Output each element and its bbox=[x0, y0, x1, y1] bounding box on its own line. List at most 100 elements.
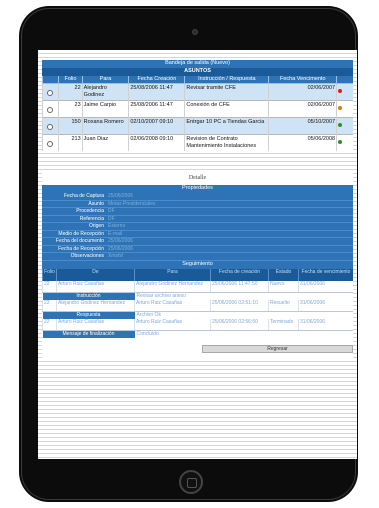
seg-estado: Resuelto bbox=[268, 299, 299, 312]
seg-folio: 22 bbox=[42, 299, 57, 312]
seg-para: Arturo Ruiz Casañas bbox=[134, 299, 211, 312]
back-button[interactable]: Regresar bbox=[202, 344, 353, 353]
seg-note-label: Mensaje de finalización bbox=[42, 330, 135, 338]
col-fecha-creacion[interactable]: Fecha Creación bbox=[128, 76, 185, 84]
property-row: Fecha de Captura 25/06/2006 bbox=[42, 193, 353, 201]
seg-col-estado: Estado bbox=[268, 268, 299, 281]
property-row: Medio de Recepción E-mail bbox=[42, 230, 353, 238]
seg-folio: 22 bbox=[42, 280, 57, 293]
property-label: Fecha del documento bbox=[42, 237, 106, 246]
col-fecha-vencimiento[interactable]: Fecha Vencimento bbox=[268, 76, 337, 84]
status-dot-icon bbox=[338, 89, 343, 93]
seguimiento-row: 22 Alejandro Godinez Hernandez Arturo Ru… bbox=[42, 299, 353, 312]
property-value: Metas Presidenciales bbox=[106, 200, 353, 208]
seg-col-de: De bbox=[56, 268, 135, 281]
property-value: DF bbox=[106, 215, 353, 223]
table-row[interactable]: 150 Roxana Romero 02/10/2007 09:10 Entrg… bbox=[41, 117, 353, 135]
row-radio[interactable] bbox=[47, 107, 53, 113]
seguimiento-header-row: Folio De Para Fecha de creación Estado F… bbox=[42, 268, 353, 281]
home-button[interactable] bbox=[179, 470, 203, 494]
property-label: Observaciones bbox=[42, 252, 106, 261]
property-label: Fecha de Captura bbox=[42, 193, 106, 201]
row-para: Jaime Carpio bbox=[81, 100, 129, 118]
row-vence: 02/06/2007 bbox=[268, 100, 337, 118]
col-para[interactable]: Para bbox=[81, 76, 129, 84]
seg-note-label: Instrucción bbox=[42, 292, 135, 300]
seg-para: Alejandro Godinez Hernandez bbox=[134, 280, 211, 293]
col-status bbox=[336, 76, 353, 84]
col-instruccion[interactable]: Instrucción / Respuesta bbox=[184, 76, 269, 84]
row-vence: 05/06/2008 bbox=[268, 134, 337, 151]
row-radio[interactable] bbox=[47, 90, 53, 96]
property-label: Medio de Recepción bbox=[42, 230, 106, 238]
seg-vence: 31/06/2006 bbox=[298, 318, 353, 331]
seg-vence: 31/06/2006 bbox=[298, 280, 353, 293]
seg-estado: Terminado bbox=[268, 318, 299, 331]
row-folio: 150 bbox=[58, 117, 83, 135]
seg-note-value: Archivo Ok bbox=[134, 311, 353, 319]
seg-fecha: 25/06/2006 11:47:50 bbox=[210, 280, 269, 293]
property-label: Referencia bbox=[42, 215, 106, 223]
tablet-screen: Bandeja de salida (Nuevo) ASUNTOS Folio … bbox=[38, 50, 357, 459]
status-dot-icon bbox=[338, 140, 343, 144]
page-content: Bandeja de salida (Nuevo) ASUNTOS Folio … bbox=[41, 60, 353, 398]
seguimiento-row: 22 Arturo Ruiz Casañas Alejandro Godinez… bbox=[42, 280, 353, 293]
detail-panel: Propiedades Fecha de Captura 25/06/2006 … bbox=[42, 185, 353, 358]
table-row[interactable]: 213 Juan Diaz 02/06/2008 09:10 Revision … bbox=[41, 134, 353, 151]
seg-col-folio: Folio bbox=[42, 268, 57, 281]
row-para: Juan Diaz bbox=[81, 134, 129, 151]
seg-de: Arturo Ruiz Casañas bbox=[56, 318, 135, 331]
row-fecha: 25/08/2006 11:47 bbox=[128, 100, 185, 118]
property-value: Externo bbox=[106, 222, 353, 231]
property-row: Referencia DF bbox=[42, 215, 353, 223]
outbox-header-row: Folio Para Fecha Creación Instrucción / … bbox=[41, 76, 353, 84]
property-value: 25/06/2006 bbox=[106, 245, 353, 253]
property-value: DF bbox=[106, 207, 353, 216]
row-radio[interactable] bbox=[47, 124, 53, 130]
seguimiento-title: Seguimiento bbox=[42, 260, 353, 269]
row-instruccion: Revision de Contrato Mantenimiento Insta… bbox=[184, 134, 269, 151]
seg-note-value: Revisar archivo anexo bbox=[134, 292, 353, 300]
property-row: Procedencia DF bbox=[42, 207, 353, 216]
seguimiento-note-row: Respuesta Archivo Ok bbox=[42, 311, 353, 319]
col-folio[interactable]: Folio bbox=[58, 76, 83, 84]
table-row[interactable]: 22 Alejandro Godinez 25/08/2006 11:47 Re… bbox=[41, 83, 353, 101]
outbox-title: Bandeja de salida (Nuevo) bbox=[42, 60, 353, 68]
properties-table: Fecha de Captura 25/06/2006 Asunto Metas… bbox=[42, 193, 353, 261]
row-instruccion: Conexión de CFE bbox=[184, 100, 269, 118]
table-row[interactable]: 23 Jaime Carpio 25/08/2006 11:47 Conexió… bbox=[41, 100, 353, 118]
row-folio: 213 bbox=[58, 134, 83, 151]
seg-fecha: 25/06/2006 02:51:10 bbox=[210, 299, 269, 312]
row-radio[interactable] bbox=[47, 141, 53, 147]
row-vence: 05/10/2007 bbox=[268, 117, 337, 135]
seg-col-fecha: Fecha de creación bbox=[210, 268, 269, 281]
property-row: Origen Externo bbox=[42, 222, 353, 231]
col-select bbox=[41, 76, 59, 84]
status-dot-icon bbox=[338, 106, 343, 110]
row-para: Alejandro Godinez bbox=[81, 83, 129, 101]
row-instruccion: Revisar tramite CFE bbox=[184, 83, 269, 101]
seg-note-label: Respuesta bbox=[42, 311, 135, 319]
seg-para: Arturo Ruiz Casañas bbox=[134, 318, 211, 331]
property-row: Asunto Metas Presidenciales bbox=[42, 200, 353, 208]
seguimiento-note-row: Mensaje de finalización Concluido bbox=[42, 330, 353, 338]
seg-col-vence: Fecha de vencimiento bbox=[298, 268, 353, 281]
camera-icon bbox=[192, 29, 198, 35]
row-fecha: 25/08/2006 11:47 bbox=[128, 83, 185, 101]
properties-title: Propiedades bbox=[42, 185, 353, 193]
seg-folio: 22 bbox=[42, 318, 57, 331]
row-fecha: 02/06/2008 09:10 bbox=[128, 134, 185, 151]
property-value: 25/06/2006 bbox=[106, 193, 353, 201]
seg-de: Alejandro Godinez Hernandez bbox=[56, 299, 135, 312]
row-fecha: 02/10/2007 09:10 bbox=[128, 117, 185, 135]
property-value: E-mail bbox=[106, 230, 353, 238]
detail-heading: Detalle bbox=[42, 173, 353, 185]
seguimiento-table: Folio De Para Fecha de creación Estado F… bbox=[42, 268, 353, 338]
status-dot-icon bbox=[338, 123, 343, 127]
seg-vence: 31/06/2006 bbox=[298, 299, 353, 312]
property-row: Fecha de Recepción 25/06/2006 bbox=[42, 245, 353, 253]
seg-fecha: 25/06/2006 02:56:50 bbox=[210, 318, 269, 331]
row-folio: 22 bbox=[58, 83, 83, 101]
property-value: Xmsfsl bbox=[106, 252, 353, 261]
outbox-table: Folio Para Fecha Creación Instrucción / … bbox=[41, 76, 353, 151]
